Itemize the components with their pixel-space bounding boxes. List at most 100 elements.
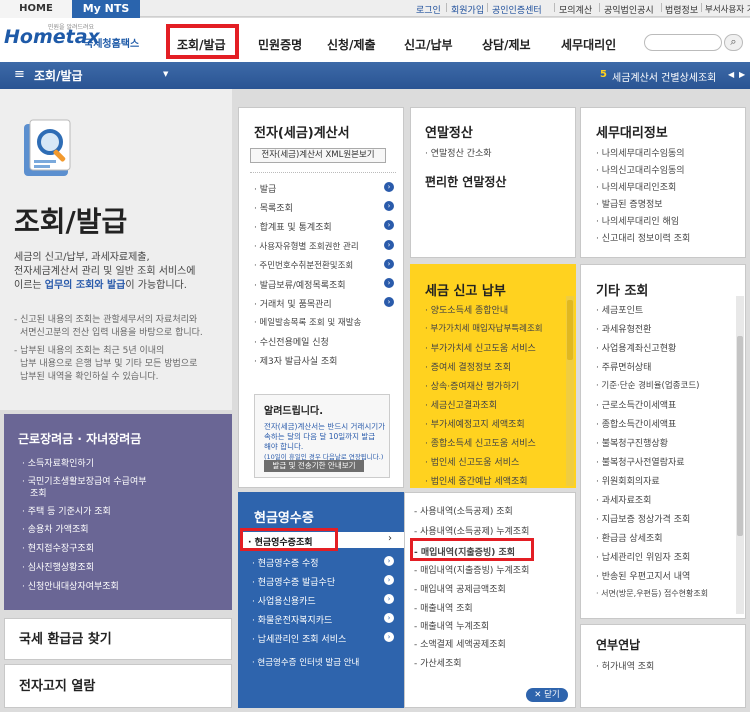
issue-deadline-guide-button[interactable]: 발급 및 전송기한 안내보기 [264,460,364,472]
other-item[interactable]: · 지급보증 정상가격 조회 [596,512,690,525]
other-inquiry-scrollbar[interactable] [736,296,744,614]
cash-submenu-item[interactable]: - 사용내역(소득공제) 조회 [414,504,513,517]
chevron-down-icon[interactable]: ▼ [163,70,168,78]
chevron-right-icon[interactable]: › [384,594,394,604]
cash-submenu-item[interactable]: - 소액결제 세액공제조회 [414,637,506,650]
tax-report-item[interactable]: · 양도소득세 종합안내 [425,303,508,316]
chevron-right-icon[interactable]: › [388,533,392,544]
installment-item[interactable]: · 허가내역 조회 [596,659,654,672]
hamburger-icon[interactable]: ≡ [14,67,25,82]
chevron-right-icon[interactable]: › [384,182,394,192]
chevron-right-icon[interactable]: › [384,220,394,230]
search-input[interactable] [644,34,722,51]
law-info-link[interactable]: 법령정보 [665,3,698,16]
e-invoice-item[interactable]: · 발급보류/예정목록조회 [254,278,346,291]
other-item[interactable]: · 서면(방문,우편등) 접수현황조회 [596,588,708,599]
labor-item[interactable]: · 심사진행상황조회 [22,560,94,573]
public-corp-link[interactable]: 공익법인공시 [604,3,654,16]
mynts-tab[interactable]: My NTS [72,0,140,18]
other-item[interactable]: · 주류면허상태 [596,360,651,373]
signup-link[interactable]: 회원가입 [451,3,484,16]
e-invoice-item[interactable]: · 거래처 및 품목관리 [254,297,332,310]
e-invoice-item[interactable]: · 수신전용메일 신청 [254,335,329,348]
gnb-tax-agent[interactable]: 세무대리인 [561,36,616,53]
cash-submenu-item[interactable]: - 매출내역 누계조회 [414,619,489,632]
hometax-logo[interactable]: 민원을 알려드려요 Hometax 국세청홈택스 [4,22,154,56]
chevron-right-icon[interactable]: › [384,201,394,211]
e-invoice-item[interactable]: · 합계표 및 통계조회 [254,220,332,233]
other-item[interactable]: · 사업용계좌신고현황 [596,341,676,354]
tax-agent-item[interactable]: · 발급된 증명정보 [596,197,663,210]
labor-item[interactable]: · 소득자료확인하기 [22,456,94,469]
tax-report-scrollbar[interactable] [566,296,574,486]
mock-calc-link[interactable]: 모의계산 [559,3,592,16]
tax-report-item[interactable]: · 법인세 중간예납 세액조회 [425,474,528,487]
tax-refund-search-button[interactable]: 국세 환급금 찾기 [4,618,232,660]
e-invoice-item[interactable]: · 제3자 발급사실 조회 [254,354,337,367]
tax-agent-item[interactable]: · 나의세무대리인 해임 [596,214,679,227]
ticker-next-icon[interactable]: ▶ [739,70,745,79]
labor-item[interactable]: · 주택 등 기준시가 조회 [22,504,111,517]
chevron-right-icon[interactable]: › [384,575,394,585]
tax-report-item[interactable]: · 증여세 결정정보 조회 [425,360,511,373]
search-icon[interactable]: ⌕ [724,34,743,51]
subbar-title[interactable]: 조회/발급 [34,67,83,84]
other-item[interactable]: · 위원회회의자료 [596,474,660,487]
tax-report-item[interactable]: · 부가세예정고지 세액조회 [425,417,525,430]
gnb-apply-submit[interactable]: 신청/제출 [327,36,376,53]
chevron-right-icon[interactable]: › [384,556,394,566]
home-tab[interactable]: HOME [0,0,72,18]
other-item[interactable]: · 종합소득간이세액표 [596,417,676,430]
chevron-right-icon[interactable]: › [384,278,394,288]
tax-agent-item[interactable]: · 나의신고대리수임동의 [596,163,685,176]
other-item[interactable]: · 과세유형전환 [596,322,651,335]
chevron-right-icon[interactable]: › [384,613,394,623]
other-item[interactable]: · 과세자료조회 [596,493,651,506]
other-item[interactable]: · 불복청구진행상황 [596,436,668,449]
cash-item[interactable]: · 화물운전자복지카드 [252,613,332,626]
labor-item[interactable]: 조회 [30,486,47,499]
chevron-right-icon[interactable]: › [384,259,394,269]
tax-report-item[interactable]: · 법인세 신고도움 서비스 [425,455,519,468]
cash-item[interactable]: · 현금영수증 발급수단 [252,575,335,588]
labor-item[interactable]: · 신청안내대상자여부조회 [22,579,119,592]
e-invoice-item[interactable]: · 메일발송목록 조회 및 재발송 [254,316,361,328]
e-notice-view-button[interactable]: 전자고지 열람 [4,664,232,708]
cash-submenu-item[interactable]: - 사용내역(소득공제) 누계조회 [414,524,529,537]
cash-submenu-item[interactable]: - 매입내역 공제금액조회 [414,582,506,595]
other-item[interactable]: · 환급금 상세조회 [596,531,663,544]
other-item[interactable]: · 세금포인트 [596,303,643,316]
gnb-report-pay[interactable]: 신고/납부 [404,36,453,53]
cash-item[interactable]: · 납세관리인 조회 서비스 [252,632,346,645]
xml-original-view-button[interactable]: 전자(세금)계산서 XML원본보기 [250,148,386,163]
other-item[interactable]: · 불복청구사전열람자료 [596,455,685,468]
cash-item[interactable]: · 사업용신용카드 [252,594,316,607]
tax-agent-item[interactable]: · 나의세무대리수임동의 [596,146,685,159]
other-item[interactable]: · 납세관리인 위임자 조회 [596,550,690,563]
other-item[interactable]: · 기준·단순 경비율(업종코드) [596,379,699,391]
year-end-item[interactable]: · 연말정산 간소화 [425,146,492,159]
cash-submenu-item[interactable]: - 매출내역 조회 [414,601,473,614]
chevron-right-icon[interactable]: › [384,240,394,250]
tax-report-item[interactable]: · 부가가치세 신고도움 서비스 [425,341,536,354]
login-link[interactable]: 로그인 [416,3,441,16]
tax-report-item[interactable]: · 세금신고결과조회 [425,398,497,411]
cash-item[interactable]: · 현금영수증 수정 [252,556,319,569]
close-submenu-button[interactable]: ✕ 닫기 [526,688,568,702]
tax-report-item[interactable]: · 부가가치세 매입자납부특례조회 [425,322,543,334]
easy-year-end-link[interactable]: 편리한 연말정산 [425,173,506,190]
e-invoice-item[interactable]: · 발급 [254,182,276,195]
notice-ticker[interactable]: 세금계산서 건별상세조회 [612,69,716,84]
gnb-certificates[interactable]: 민원증명 [258,36,302,53]
ticker-prev-icon[interactable]: ◀ [728,70,734,79]
labor-item[interactable]: · 송용차 가액조회 [22,522,89,535]
e-invoice-item[interactable]: · 사용자유형별 조회권한 관리 [254,240,359,252]
tax-agent-item[interactable]: · 신고대리 정보이력 조회 [596,231,690,244]
chevron-right-icon[interactable]: › [384,297,394,307]
gnb-consult-report[interactable]: 상담/제보 [482,36,531,53]
e-invoice-item[interactable]: · 주민번호수취분전환및조회 [254,259,353,271]
other-item[interactable]: · 반송된 우편고지서 내역 [596,569,690,582]
e-invoice-item[interactable]: · 목록조회 [254,201,293,214]
other-item[interactable]: · 근로소득간이세액표 [596,398,676,411]
tax-report-item[interactable]: · 종합소득세 신고도움 서비스 [425,436,536,449]
